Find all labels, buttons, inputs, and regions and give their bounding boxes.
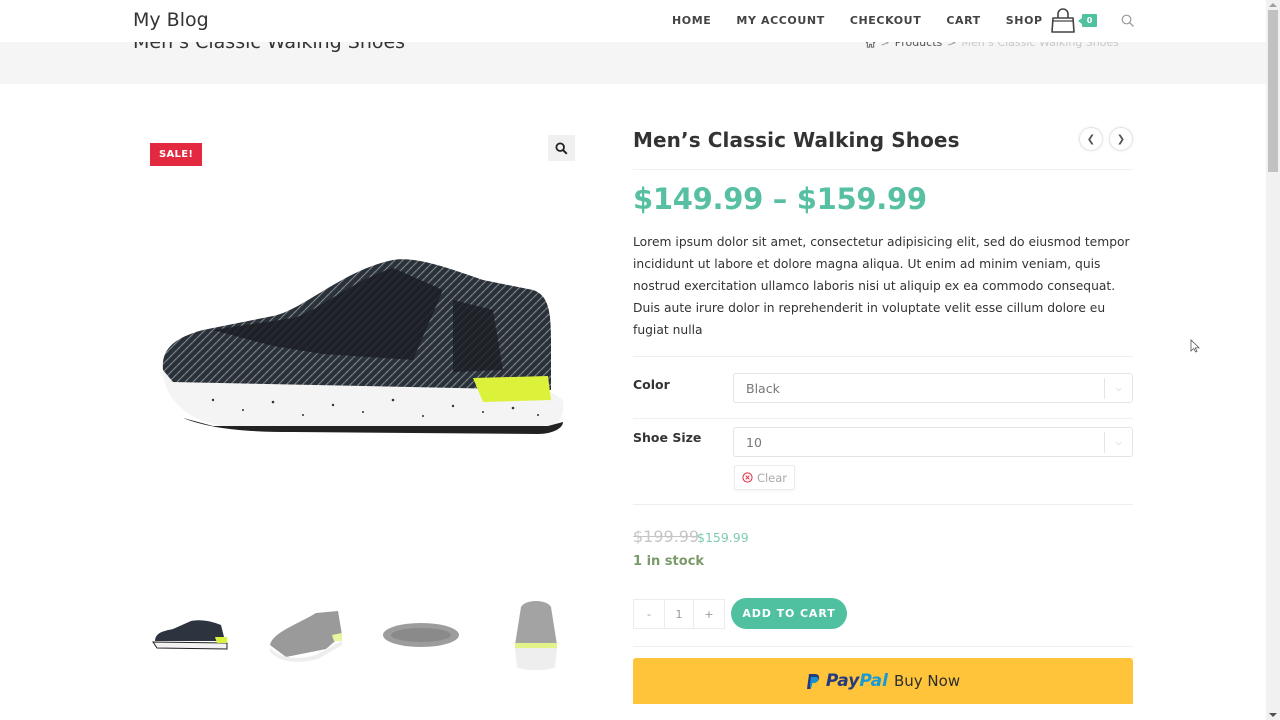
nav-item-my-account[interactable]: MY ACCOUNT (736, 14, 824, 27)
site-header: My Blog HOME MY ACCOUNT CHECKOUT CART SH… (0, 0, 1266, 42)
site-logo[interactable]: My Blog (133, 9, 209, 31)
price-range: $149.99 – $159.99 (633, 182, 927, 216)
thumbnail-3[interactable] (363, 590, 478, 680)
main-product-image[interactable] (153, 250, 573, 450)
nav-item-home[interactable]: HOME (672, 14, 711, 27)
sale-badge: SALE! (150, 143, 203, 166)
product-navigation: ❮ ❯ (1079, 127, 1133, 151)
quantity-decrease-button[interactable]: - (634, 600, 664, 628)
divider (633, 356, 1133, 357)
thumbnail-image (514, 601, 557, 670)
cart-count-badge: 0 (1078, 14, 1097, 27)
paypal-buy-now-label: Buy Now (893, 672, 961, 690)
chevron-down-icon: ⌵ (1104, 432, 1132, 453)
shoe-size-label: Shoe Size (633, 430, 702, 445)
search-icon (1121, 14, 1134, 27)
sale-price: $159.99 (697, 530, 749, 545)
regular-price: $199.99 (633, 527, 700, 546)
thumbnail-image (382, 623, 459, 647)
page-scrollbar[interactable] (1266, 0, 1280, 720)
color-select-value: Black (746, 381, 780, 396)
thumbnail-4[interactable] (478, 590, 593, 680)
mouse-cursor-icon (1190, 339, 1200, 353)
paypal-logo-pal: Pal (859, 671, 888, 691)
previous-product-button[interactable]: ❮ (1079, 127, 1103, 151)
product-description: Lorem ipsum dolor sit amet, consectetur … (633, 235, 1130, 337)
thumbnail-1[interactable] (133, 590, 248, 680)
product-title: Men’s Classic Walking Shoes (633, 128, 960, 152)
quantity-stepper: - 1 + (633, 599, 725, 629)
nav-item-checkout[interactable]: CHECKOUT (850, 14, 921, 27)
quantity-input[interactable]: 1 (664, 600, 694, 628)
shoe-size-select-value: 10 (746, 435, 762, 450)
quantity-increase-button[interactable]: + (694, 600, 724, 628)
chevron-down-icon: ⌵ (1104, 378, 1132, 399)
gallery-thumbnails (133, 590, 593, 680)
scrollbar-thumb[interactable] (1268, 10, 1278, 172)
cart-button[interactable] (1050, 8, 1076, 34)
thumbnail-2[interactable] (248, 590, 363, 680)
image-zoom-button[interactable] (548, 135, 575, 161)
stock-status: 1 in stock (633, 554, 705, 569)
chevron-right-icon: ❯ (1116, 133, 1126, 145)
clear-circle-icon (742, 472, 753, 483)
chevron-left-icon: ❮ (1086, 133, 1096, 145)
header-search-button[interactable] (1121, 13, 1135, 27)
scroll-down-arrow-icon[interactable] (1269, 713, 1277, 717)
add-to-cart-button[interactable]: ADD TO CART (731, 598, 847, 629)
next-product-button[interactable]: ❯ (1109, 127, 1133, 151)
paypal-logo-pay: Pay (825, 671, 860, 691)
divider (633, 169, 1133, 170)
clear-label: Clear (756, 470, 788, 485)
magnifier-icon (555, 141, 568, 155)
nav-item-shop[interactable]: SHOP (1006, 14, 1043, 27)
paypal-buy-now-button[interactable]: PayPal Buy Now (633, 658, 1133, 704)
paypal-icon (806, 673, 820, 689)
divider (633, 504, 1133, 505)
divider (633, 646, 1133, 647)
thumbnail-image (151, 620, 227, 650)
nav-item-cart[interactable]: CART (946, 14, 980, 27)
scroll-up-arrow-icon[interactable] (1269, 3, 1277, 7)
shopping-bag-icon (1051, 8, 1075, 33)
color-label: Color (633, 377, 670, 392)
divider (633, 418, 1133, 419)
thumbnail-image (269, 611, 342, 662)
clear-variations-button[interactable]: Clear (734, 465, 795, 490)
product-gallery: SALE! (133, 125, 593, 585)
paypal-logo: PayPal (826, 671, 888, 691)
main-nav: HOME MY ACCOUNT CHECKOUT CART SHOP (672, 14, 1068, 27)
color-select[interactable]: Black ⌵ (733, 373, 1133, 403)
product-summary: Men’s Classic Walking Shoes ❮ ❯ $149.99 … (633, 120, 1133, 704)
shoe-size-select[interactable]: 10 ⌵ (733, 427, 1133, 457)
